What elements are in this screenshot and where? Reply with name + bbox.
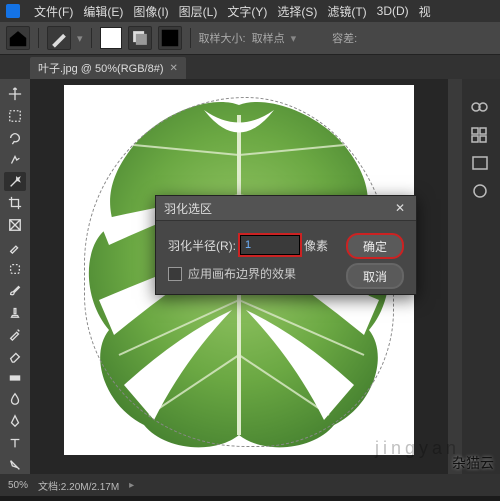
sample-size-value[interactable]: 取样点 [252,30,285,46]
watermark-faint: jingyan [375,438,460,459]
doc-tab-label: 叶子.jpg @ 50%(RGB/8#) [38,60,164,76]
menu-bar: 文件(F) 编辑(E) 图像(I) 图层(L) 文字(Y) 选择(S) 滤镜(T… [0,0,500,22]
menu-view[interactable]: 视 [419,3,431,20]
path-tool-icon[interactable] [4,455,26,474]
brush-tool-icon[interactable] [4,281,26,300]
cancel-button[interactable]: 取消 [346,263,404,289]
sample-size-label: 取样大小: [199,30,246,46]
eyedropper-tool-icon[interactable] [4,237,26,256]
doc-tabbar: 叶子.jpg @ 50%(RGB/8#) ✕ [0,55,500,79]
eraser-tool-icon[interactable] [4,346,26,365]
tool-preset-icon[interactable] [47,26,71,50]
panel-dock [462,79,500,474]
move-tool-icon[interactable] [4,85,26,104]
gradient-tool-icon[interactable] [4,368,26,387]
type-tool-icon[interactable] [4,434,26,453]
scrollbar-vertical[interactable] [448,79,462,474]
radius-label: 羽化半径(R): [168,237,236,254]
swatches-panel-icon[interactable] [471,127,491,145]
marquee-tool-icon[interactable] [4,107,26,126]
ok-button[interactable]: 确定 [346,233,404,259]
pen-tool-icon[interactable] [4,412,26,431]
doc-tab[interactable]: 叶子.jpg @ 50%(RGB/8#) ✕ [30,57,186,79]
dialog-title: 羽化选区 [164,200,212,217]
apply-canvas-checkbox[interactable] [168,267,182,281]
sample-swatch[interactable] [100,27,122,49]
layers-icon[interactable] [128,26,152,50]
adjust-panel-icon[interactable] [471,155,491,173]
menu-select[interactable]: 选择(S) [277,3,317,20]
quick-select-tool-icon[interactable] [4,150,26,169]
blur-tool-icon[interactable] [4,390,26,409]
heal-tool-icon[interactable] [4,259,26,278]
menu-layer[interactable]: 图层(L) [179,3,218,20]
zoom-level[interactable]: 50% [8,480,28,491]
watermark: 杂猫云 [452,453,494,473]
home-icon[interactable] [6,26,30,50]
crop-tool-icon[interactable] [4,194,26,213]
color-panel-icon[interactable] [471,99,491,117]
close-icon[interactable]: ✕ [170,63,178,74]
toolbox [0,79,30,474]
feather-dialog: 羽化选区 ✕ 羽化半径(R): 像素 确定 取消 应用画布边界的效果 [155,195,417,295]
history-brush-icon[interactable] [4,325,26,344]
checkbox-label: 应用画布边界的效果 [188,265,296,282]
unit-label: 像素 [304,237,328,254]
radius-input[interactable] [240,235,300,255]
stamp-tool-icon[interactable] [4,303,26,322]
tolerance-label: 容差: [332,30,357,46]
magic-wand-tool-icon[interactable] [4,172,26,191]
app-logo-icon [6,4,20,18]
menu-type[interactable]: 文字(Y) [227,3,267,20]
frame-tool-icon[interactable] [4,216,26,235]
doc-info: 文档:2.20M/2.17M [38,478,119,493]
lasso-tool-icon[interactable] [4,129,26,148]
menu-3d[interactable]: 3D(D) [377,4,409,18]
menu-file[interactable]: 文件(F) [34,3,73,20]
menu-filter[interactable]: 滤镜(T) [327,3,366,20]
libraries-panel-icon[interactable] [471,183,491,201]
menu-image[interactable]: 图像(I) [133,3,168,20]
sample-all-icon[interactable] [158,26,182,50]
close-icon[interactable]: ✕ [392,200,408,216]
status-bar: 50% 文档:2.20M/2.17M ▸ [0,474,500,496]
options-bar: ▾ 取样大小: 取样点 ▾ 容差: [0,22,500,55]
menu-edit[interactable]: 编辑(E) [83,3,123,20]
